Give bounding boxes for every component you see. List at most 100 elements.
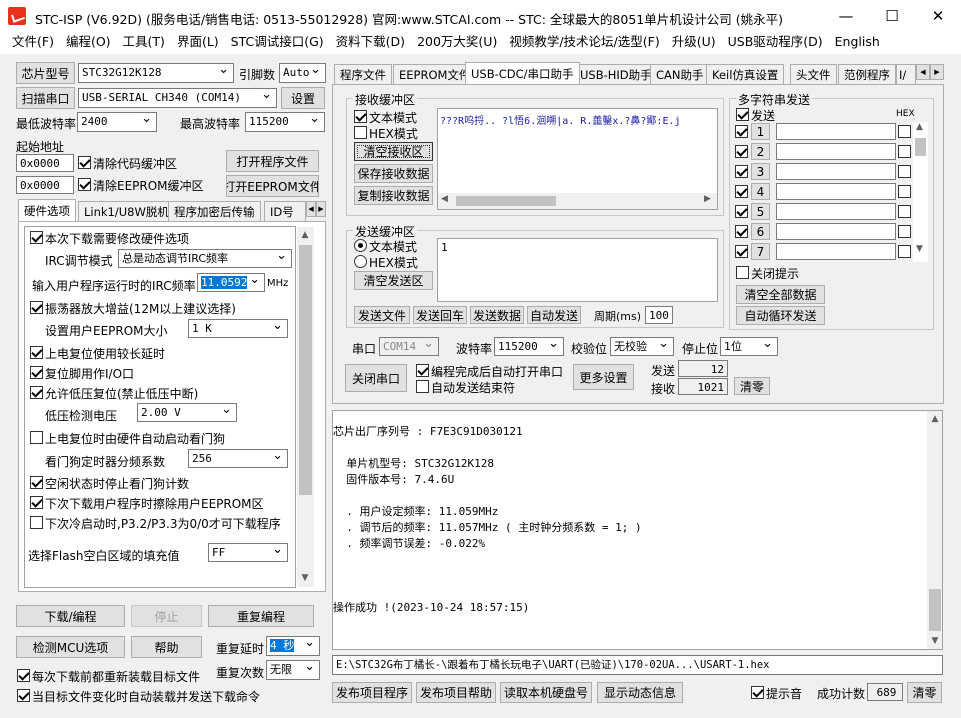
maximize-icon[interactable]: ☐ (869, 0, 915, 32)
repeat-delay-select[interactable]: 4 秒 (266, 636, 320, 656)
clear-count-button[interactable]: 清零 (734, 377, 770, 395)
read-disk-id-button[interactable]: 读取本机硬盘号 (500, 682, 592, 703)
log-scrollbar[interactable]: ▲ ▼ (927, 411, 942, 649)
hw-scrollbar[interactable]: ▲ ▼ (297, 227, 314, 587)
more-settings-button[interactable]: 更多设置 (573, 364, 634, 390)
lvd-checkbox[interactable] (30, 386, 43, 399)
multi-row-send-button[interactable]: 6 (751, 223, 770, 240)
irc-mode-select[interactable]: 总是动态调节IRC频率 (118, 249, 292, 268)
stop-button[interactable]: 停止 (131, 605, 202, 627)
hw-scroll-thumb[interactable] (299, 245, 312, 495)
tab-encrypted-transfer[interactable]: 程序加密后传输 (168, 201, 261, 221)
multi-row-hex-checkbox[interactable] (898, 125, 911, 138)
recv-hex-mode-checkbox[interactable] (354, 126, 367, 139)
close-port-button[interactable]: 关闭串口 (345, 364, 407, 392)
log-scroll-thumb[interactable] (929, 589, 941, 631)
flash-fill-select[interactable]: FF (208, 543, 288, 562)
close-prompt-checkbox[interactable] (736, 266, 749, 279)
stop-bit-select[interactable]: 1位 (720, 337, 778, 356)
modify-hw-checkbox[interactable] (30, 231, 43, 244)
multi-row-send-button[interactable]: 1 (751, 123, 770, 140)
log-output[interactable]: 芯片出厂序列号 : F7E3C91D030121 单片机型号: STC32G12… (332, 410, 943, 650)
chip-model-button[interactable]: 芯片型号 (16, 62, 75, 84)
reprogram-button[interactable]: 重复编程 (208, 605, 314, 627)
right-tab-right-icon[interactable]: ▶ (930, 64, 944, 80)
multi-row-input[interactable] (776, 123, 896, 140)
tab-id[interactable]: ID号 (264, 201, 306, 221)
send-file-button[interactable]: 发送文件 (354, 306, 410, 324)
send-textarea[interactable]: 1 (437, 238, 718, 302)
irc-freq-select[interactable]: 11.0592 (197, 273, 265, 292)
multi-row-hex-checkbox[interactable] (898, 165, 911, 178)
open-eeprom-file-button[interactable]: 打开EEPROM文件 (226, 175, 319, 197)
tab-usb-cdc-serial[interactable]: USB-CDC/串口助手 (465, 62, 580, 84)
eeprom-size-select[interactable]: 1 K (188, 319, 288, 338)
multi-row-input[interactable] (776, 183, 896, 200)
show-dynamic-info-button[interactable]: 显示动态信息 (597, 682, 683, 703)
reload-checkbox[interactable] (17, 669, 30, 682)
multi-row-input[interactable] (776, 143, 896, 160)
menu-download[interactable]: 资料下载(D) (330, 32, 411, 54)
menu-debug[interactable]: STC调试接口(G) (225, 32, 330, 54)
auto-end-checkbox[interactable] (416, 380, 429, 393)
parity-select[interactable]: 无校验 (610, 337, 674, 356)
send-data-button[interactable]: 发送数据 (470, 306, 524, 324)
send-hex-mode-radio[interactable] (354, 255, 367, 268)
multi-scroll-thumb[interactable] (915, 138, 926, 156)
lvd-voltage-select[interactable]: 2.00 V (137, 403, 237, 422)
multi-send-all-checkbox[interactable] (736, 108, 749, 121)
multi-row-input[interactable] (776, 163, 896, 180)
scan-port-button[interactable]: 扫描串口 (16, 87, 75, 109)
menu-interface[interactable]: 界面(L) (171, 32, 225, 54)
clear-code-checkbox[interactable] (78, 156, 91, 169)
clear-success-button[interactable]: 清零 (907, 682, 942, 703)
menu-video[interactable]: 视频教学/技术论坛/选型(F) (503, 32, 665, 54)
tab-header-file[interactable]: 头文件 (790, 64, 837, 84)
multi-row-checkbox[interactable] (735, 145, 748, 158)
multi-row-hex-checkbox[interactable] (898, 205, 911, 218)
serial-port-select[interactable]: COM14 (379, 337, 439, 356)
clear-all-button[interactable]: 清空全部数据 (736, 285, 825, 304)
baud-select[interactable]: 115200 (494, 337, 564, 356)
tab-scroll-left-icon[interactable]: ◀ (306, 201, 316, 217)
tab-usb-hid[interactable]: USB-HID助手 (574, 64, 658, 84)
multi-row-send-button[interactable]: 7 (751, 243, 770, 260)
beep-checkbox[interactable] (751, 686, 764, 699)
log-scroll-down-icon[interactable]: ▼ (927, 633, 942, 649)
tab-more[interactable]: I/ (896, 64, 916, 84)
multi-row-checkbox[interactable] (735, 245, 748, 258)
menu-usb-driver[interactable]: USB驱动程序(D) (722, 32, 829, 54)
tab-can[interactable]: CAN助手 (650, 64, 710, 84)
tab-keil[interactable]: Keil仿真设置 (706, 64, 785, 84)
multi-scroll-down-icon[interactable]: ▼ (916, 244, 923, 254)
multi-row-hex-checkbox[interactable] (898, 185, 911, 198)
multi-row-send-button[interactable]: 2 (751, 143, 770, 160)
multi-row-checkbox[interactable] (735, 165, 748, 178)
multi-row-input[interactable] (776, 243, 896, 260)
tab-examples[interactable]: 范例程序 (838, 64, 896, 84)
tab-link1[interactable]: Link1/U8W脱机 (78, 201, 175, 221)
clear-eeprom-checkbox[interactable] (78, 178, 91, 191)
menu-english[interactable]: English (829, 32, 886, 54)
period-input[interactable]: 100 (645, 306, 673, 324)
wdt-div-select[interactable]: 256 (188, 449, 288, 468)
tab-hardware-options[interactable]: 硬件选项 (18, 199, 76, 221)
multi-row-hex-checkbox[interactable] (898, 245, 911, 258)
send-return-button[interactable]: 发送回车 (413, 306, 467, 324)
detect-mcu-button[interactable]: 检测MCU选项 (16, 636, 125, 658)
multi-row-hex-checkbox[interactable] (898, 225, 911, 238)
help-button[interactable]: 帮助 (131, 636, 202, 658)
publish-help-button[interactable]: 发布项目帮助 (416, 682, 496, 703)
multi-row-input[interactable] (776, 203, 896, 220)
wdt-power-checkbox[interactable] (30, 431, 43, 444)
multi-row-send-button[interactable]: 4 (751, 183, 770, 200)
auto-cycle-button[interactable]: 自动循环发送 (736, 306, 825, 325)
multi-row-send-button[interactable]: 3 (751, 163, 770, 180)
idle-wdt-checkbox[interactable] (30, 476, 43, 489)
port-select[interactable]: USB-SERIAL CH340 (COM14) (78, 88, 277, 108)
chip-model-select[interactable]: STC32G12K128 (78, 63, 234, 83)
close-icon[interactable]: ✕ (915, 0, 961, 32)
scroll-down-icon[interactable]: ▼ (297, 570, 313, 586)
recv-scroll-thumb[interactable] (456, 196, 556, 206)
recv-scroll-right-icon[interactable]: ▶ (704, 194, 711, 204)
